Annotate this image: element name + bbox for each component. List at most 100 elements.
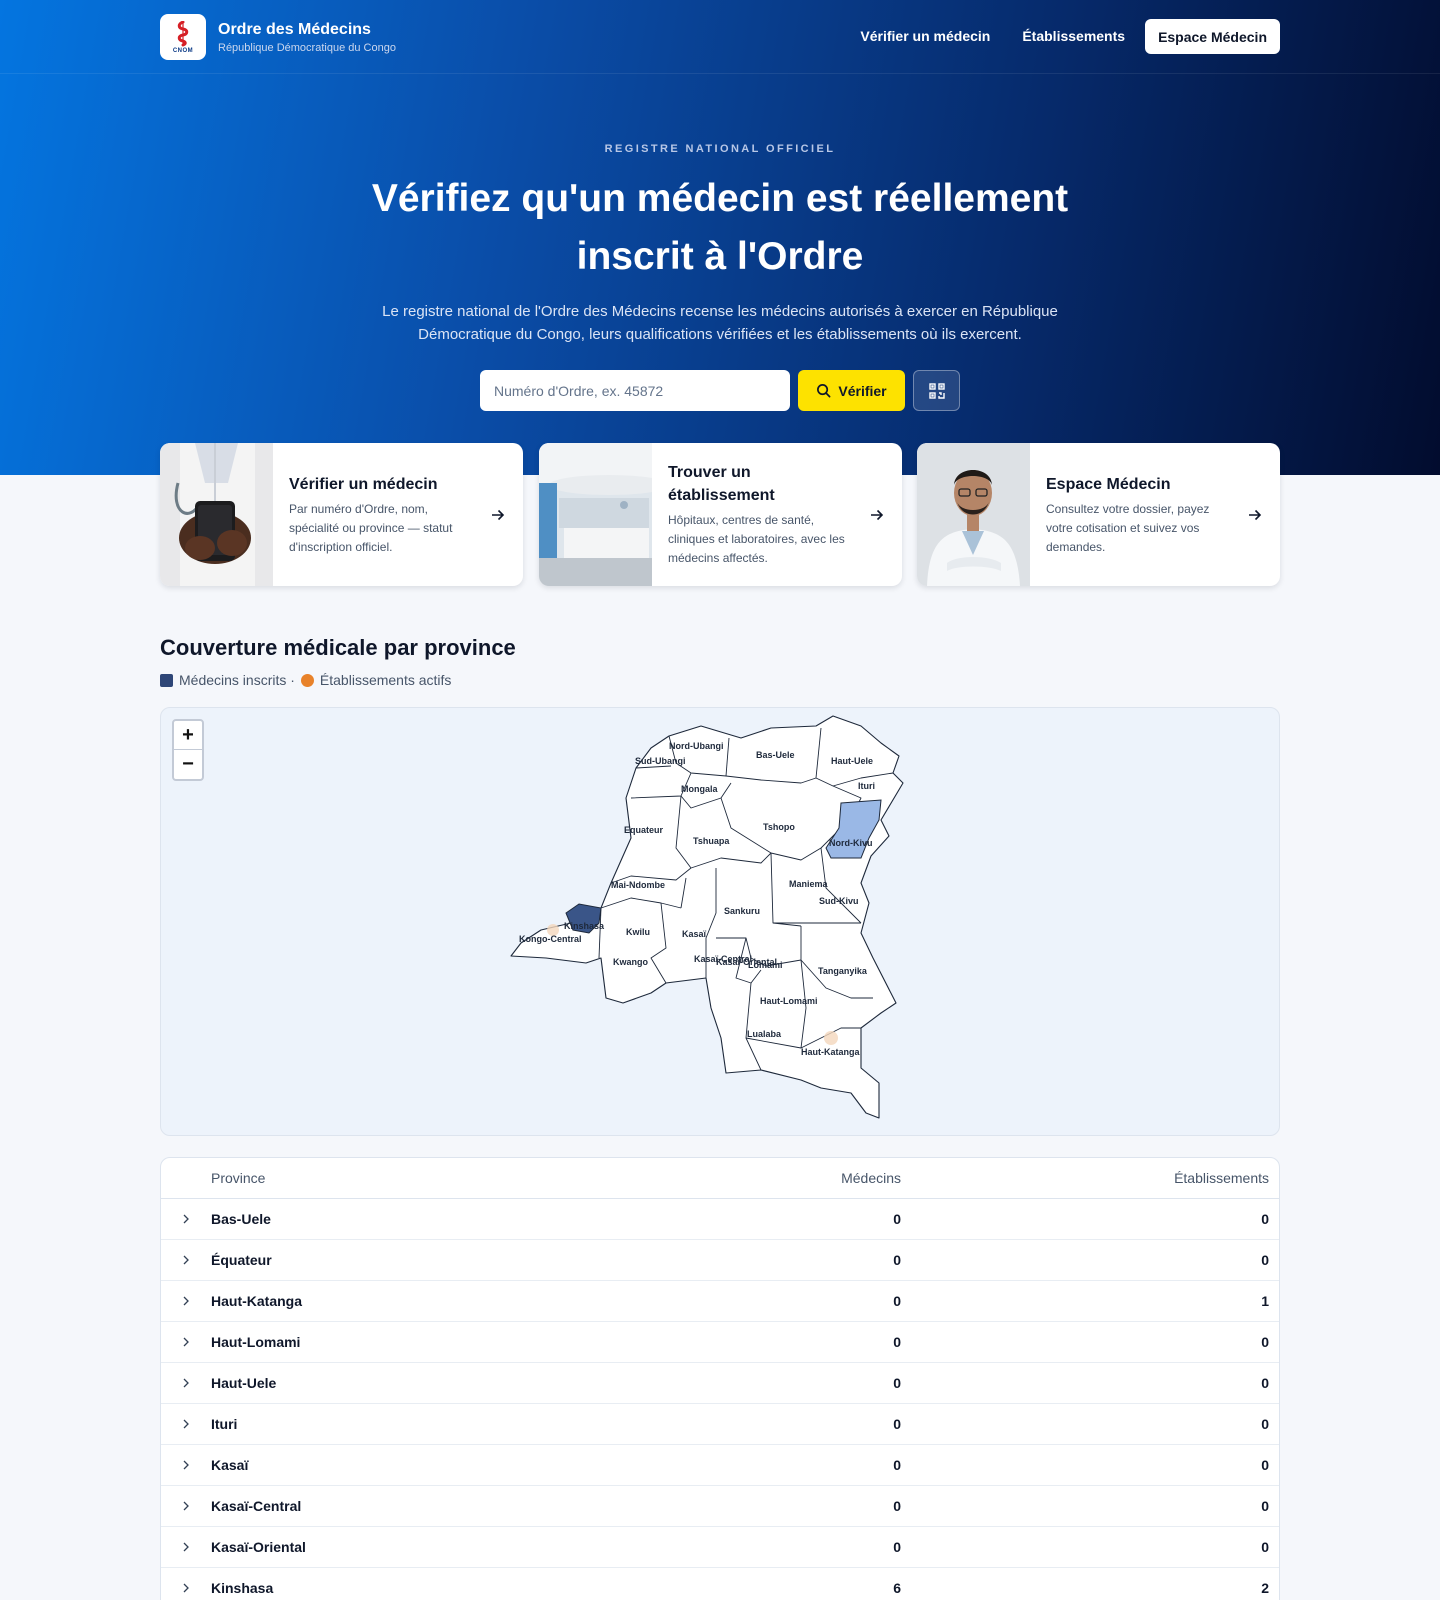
map-label: Maniema	[789, 879, 829, 889]
province-name: Kasaï-Central	[211, 1498, 302, 1514]
doctor-space-button[interactable]: Espace Médecin	[1145, 19, 1280, 54]
card-title: Vérifier un médecin	[289, 475, 438, 493]
facility-count: 0	[1261, 1457, 1269, 1473]
province-name: Haut-Lomami	[211, 1334, 301, 1350]
province-map[interactable]: Nord-Ubangi Sud-Ubangi Bas-Uele Haut-Uel…	[160, 707, 1280, 1136]
header-doctors[interactable]: Médecins	[791, 1170, 901, 1186]
coverage-title: Couverture médicale par province	[160, 635, 516, 660]
card-verify-doctor[interactable]: Vérifier un médecin Par numéro d'Ordre, …	[160, 443, 523, 586]
chevron-right-icon[interactable]	[161, 1296, 211, 1306]
doctor-count: 0	[893, 1334, 901, 1350]
header-facilities[interactable]: Établissements	[901, 1170, 1269, 1186]
card-find-facility[interactable]: Trouver un établissement Hôpitaux, centr…	[539, 443, 902, 586]
drc-map[interactable]: Nord-Ubangi Sud-Ubangi Bas-Uele Haut-Uel…	[161, 708, 1280, 1136]
nav-facilities[interactable]: Établissements	[1022, 19, 1125, 54]
chevron-right-icon[interactable]	[161, 1460, 211, 1470]
chevron-right-icon[interactable]	[161, 1501, 211, 1511]
map-label: Equateur	[624, 825, 664, 835]
nav-verify-doctor[interactable]: Vérifier un médecin	[860, 19, 990, 54]
doctor-portrait-image	[917, 443, 1030, 586]
hero-title: Vérifiez qu'un médecin est réellement in…	[371, 177, 1069, 278]
map-label: Lualaba	[747, 1029, 782, 1039]
legend-doctors-label: Médecins inscrits ·	[179, 672, 295, 688]
map-label: Kwango	[613, 957, 649, 967]
table-row[interactable]: Kasaï-Oriental 0 0	[161, 1527, 1279, 1568]
table-row[interactable]: Kasaï-Central 0 0	[161, 1486, 1279, 1527]
card-doctor-space[interactable]: Espace Médecin Consultez votre dossier, …	[917, 443, 1280, 586]
logo: CNOM	[160, 14, 206, 60]
facility-count: 1	[1261, 1293, 1269, 1309]
facility-count: 0	[1261, 1252, 1269, 1268]
map-label: Kwilu	[626, 927, 650, 937]
map-label: Bas-Uele	[756, 750, 795, 760]
chevron-right-icon[interactable]	[161, 1542, 211, 1552]
map-label: Sankuru	[724, 906, 760, 916]
arrow-right-icon	[1249, 509, 1262, 520]
province-name: Kasaï	[211, 1457, 249, 1473]
province-name: Ituri	[211, 1416, 238, 1432]
chevron-right-icon[interactable]	[161, 1419, 211, 1429]
hero-eyebrow: REGISTRE NATIONAL OFFICIEL	[604, 143, 836, 155]
chevron-right-icon[interactable]	[161, 1337, 211, 1347]
card-description: Hôpitaux, centres de santé, cliniques et…	[668, 513, 845, 565]
table-row[interactable]: Ituri 0 0	[161, 1404, 1279, 1445]
facility-count: 0	[1261, 1334, 1269, 1350]
doctor-count: 0	[893, 1211, 901, 1227]
map-zoom-control: + −	[172, 719, 204, 781]
province-name: Kinshasa	[211, 1580, 274, 1596]
table-row[interactable]: Kinshasa 6 2	[161, 1568, 1279, 1600]
header-province[interactable]: Province	[211, 1170, 791, 1186]
map-label: Nord-Ubangi	[669, 741, 724, 751]
site-subtitle: République Démocratique du Congo	[218, 41, 396, 54]
table-row[interactable]: Bas-Uele 0 0	[161, 1199, 1279, 1240]
brand[interactable]: CNOM Ordre des Médecins République Démoc…	[160, 14, 396, 60]
province-name: Haut-Uele	[211, 1375, 277, 1391]
map-label: Mongala	[681, 784, 718, 794]
table-row[interactable]: Équateur 0 0	[161, 1240, 1279, 1281]
order-number-input[interactable]	[480, 370, 790, 411]
legend-facilities-swatch	[300, 673, 314, 687]
map-label: Kinshasa	[564, 921, 605, 931]
table-row[interactable]: Haut-Uele 0 0	[161, 1363, 1279, 1404]
map-label: Sud-Kivu	[819, 896, 859, 906]
zoom-out-button[interactable]: −	[174, 750, 202, 779]
facility-count: 0	[1261, 1375, 1269, 1391]
chevron-right-icon[interactable]	[161, 1255, 211, 1265]
map-label: Ituri	[858, 781, 875, 791]
map-label: Tshuapa	[693, 836, 730, 846]
table-row[interactable]: Kasaï 0 0	[161, 1445, 1279, 1486]
qr-scan-button[interactable]	[913, 370, 960, 411]
card-title: Espace Médecin	[1046, 475, 1171, 493]
doctor-count: 0	[893, 1498, 901, 1514]
province-name: Équateur	[211, 1252, 272, 1268]
chevron-right-icon[interactable]	[161, 1214, 211, 1224]
chevron-right-icon[interactable]	[161, 1378, 211, 1388]
hero-description: Le registre national de l'Ordre des Méde…	[382, 303, 1058, 343]
map-label: Sud-Ubangi	[635, 756, 686, 766]
province-table: Province Médecins Établissements Bas-Uel…	[160, 1157, 1280, 1600]
caduceus-icon	[177, 20, 189, 46]
card-description: Consultez votre dossier, payez votre cot…	[1046, 501, 1210, 554]
verify-button-label: Vérifier	[838, 382, 887, 399]
legend-facilities-label: Établissements actifs	[319, 672, 452, 688]
chevron-right-icon[interactable]	[161, 1583, 211, 1593]
map-label: Mai-Ndombe	[611, 880, 665, 890]
zoom-in-button[interactable]: +	[174, 721, 202, 750]
map-label: Tanganyika	[818, 966, 868, 976]
facility-count: 0	[1261, 1416, 1269, 1432]
main-nav: Vérifier un médecin Établissements Espac…	[828, 19, 1280, 54]
doctor-count: 0	[893, 1457, 901, 1473]
hospital-lobby-image	[539, 443, 652, 586]
table-row[interactable]: Haut-Katanga 0 1	[161, 1281, 1279, 1322]
site-title: Ordre des Médecins	[218, 20, 371, 38]
card-description: Par numéro d'Ordre, nom, spécialité ou p…	[289, 501, 453, 554]
arrow-right-icon	[871, 509, 884, 520]
facility-count: 2	[1261, 1580, 1269, 1596]
doctor-count: 0	[893, 1416, 901, 1432]
province-name: Bas-Uele	[211, 1211, 271, 1227]
map-label: Haut-Katanga	[801, 1047, 860, 1057]
facility-count: 0	[1261, 1211, 1269, 1227]
facility-count: 0	[1261, 1498, 1269, 1514]
table-row[interactable]: Haut-Lomami 0 0	[161, 1322, 1279, 1363]
verify-button[interactable]: Vérifier	[798, 370, 905, 411]
